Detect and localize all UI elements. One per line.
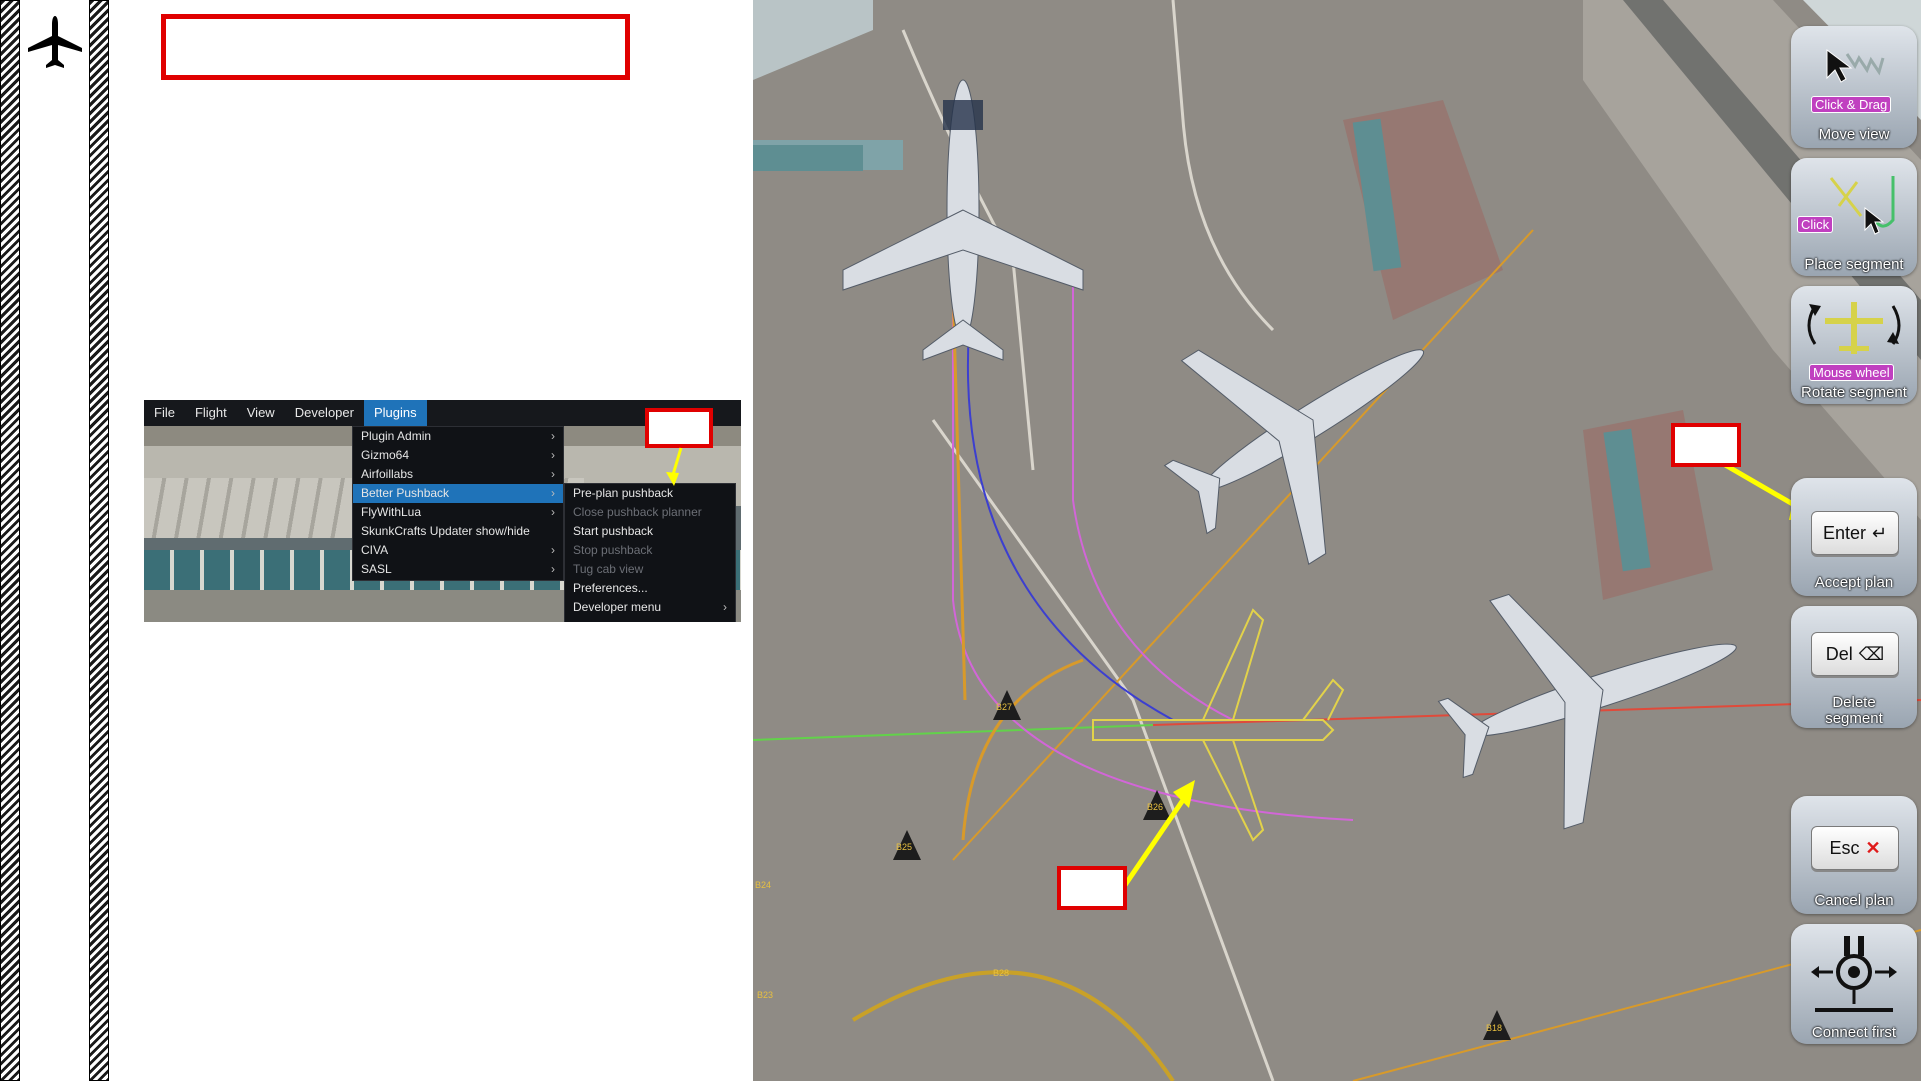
esc-key-button[interactable]: Esc ✕: [1811, 826, 1899, 870]
left-hatched-rail: [0, 0, 20, 1081]
connect-first-label: Connect first: [1811, 1024, 1897, 1041]
tug-connect-icon: [1811, 936, 1897, 1012]
cursor-icon: [1826, 49, 1885, 83]
place-segment-label: Place segment: [1804, 256, 1904, 273]
map-callout-box-1: [1057, 866, 1127, 910]
accept-plan-card: Enter ↵ Accept plan: [1791, 478, 1917, 596]
connect-first-card: Connect first: [1791, 924, 1917, 1044]
rotate-segment-card: Mouse wheel Rotate segment: [1791, 286, 1917, 404]
mouse-wheel-tag: Mouse wheel: [1809, 364, 1894, 381]
plugins-menu-screenshot: File Flight View Developer Plugins Plugi…: [144, 400, 741, 622]
accept-plan-label: Accept plan: [1814, 574, 1894, 591]
stand-label-b23: B23: [757, 990, 774, 1000]
stand-label-b24: B24: [755, 880, 772, 890]
place-segment-card: Click Place segment: [1791, 158, 1917, 276]
right-hatched-rail: [89, 0, 109, 1081]
map-callout-box-2: [1671, 423, 1741, 467]
airplane-icon: [28, 16, 82, 68]
move-view-label: Move view: [1818, 126, 1890, 143]
delete-label-line1: Delete: [1832, 694, 1876, 711]
move-view-card: Click & Drag Move view: [1791, 26, 1917, 148]
stand-label-b26: B26: [1147, 802, 1164, 812]
title-callout-box: [161, 14, 630, 80]
stand-label-b27: B27: [996, 702, 1013, 712]
click-drag-tag: Click & Drag: [1811, 96, 1892, 113]
del-key-button[interactable]: Del ⌫: [1811, 632, 1899, 676]
aerial-map-view[interactable]: B27 B26 B25 B24 B28 B23 B18: [753, 0, 1921, 1081]
menu-arrow: [666, 447, 683, 486]
cancel-plan-card: Esc ✕ Cancel plan: [1791, 796, 1917, 914]
stand-label-b18: B18: [1486, 1023, 1503, 1033]
return-icon: ↵: [1871, 523, 1888, 543]
cancel-plan-label: Cancel plan: [1814, 892, 1894, 909]
enter-key-button[interactable]: Enter ↵: [1811, 511, 1899, 555]
delete-segment-card: Del ⌫ Delete segment: [1791, 606, 1917, 728]
delete-label-line2: segment: [1825, 710, 1883, 727]
stand-label-b25: B25: [896, 842, 913, 852]
stand-label-b28: B28: [993, 968, 1010, 978]
backspace-icon: ⌫: [1858, 644, 1885, 664]
rotate-segment-label: Rotate segment: [1801, 384, 1907, 401]
close-icon: ✕: [1865, 838, 1881, 858]
click-tag: Click: [1797, 216, 1834, 233]
rotate-icon: [1807, 302, 1901, 354]
